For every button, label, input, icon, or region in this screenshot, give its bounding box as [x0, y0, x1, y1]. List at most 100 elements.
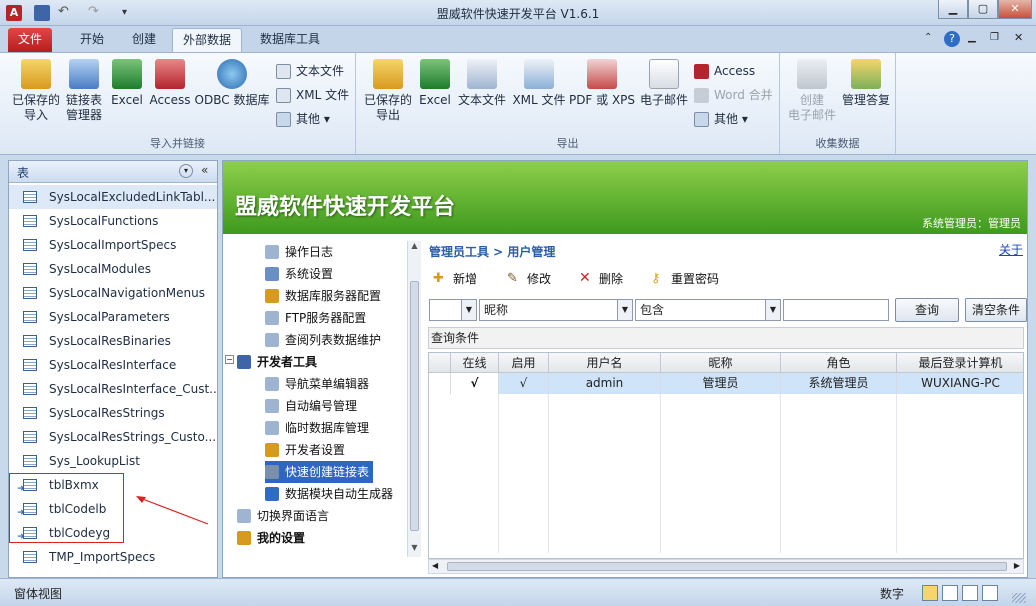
nav-table-item[interactable]: SysLocalParameters	[9, 305, 217, 329]
nav-pane-header[interactable]: 表 ▾ «	[9, 161, 217, 183]
import-access-button[interactable]: Access	[148, 59, 192, 108]
tree-item[interactable]: 开发者工具	[237, 351, 317, 373]
field-combo[interactable]: 昵称 ▼	[479, 299, 633, 321]
layout-view-icon[interactable]	[962, 585, 978, 601]
grid-column-header[interactable]: 用户名	[549, 353, 661, 373]
manage-replies-button[interactable]: 管理答复	[838, 59, 894, 108]
grid-column-header[interactable]: 角色	[781, 353, 897, 373]
nav-table-item[interactable]: SysLocalResStrings	[9, 401, 217, 425]
scroll-thumb[interactable]	[447, 562, 1007, 571]
nav-collapse-icon[interactable]: «	[201, 163, 208, 177]
export-access-button[interactable]: Access	[694, 61, 755, 81]
tree-item[interactable]: 自动编号管理	[265, 395, 357, 417]
nav-table-item[interactable]: SysLocalResInterface	[9, 353, 217, 377]
tree-item[interactable]: 操作日志	[265, 241, 333, 263]
scroll-thumb[interactable]	[410, 281, 419, 531]
mdi-close-icon[interactable]: ✕	[1014, 31, 1023, 44]
grid-column-header[interactable]: 最后登录计算机	[897, 353, 1023, 373]
nav-table-item[interactable]: SysLocalModules	[9, 257, 217, 281]
dropdown-arrow-icon[interactable]: ▼	[617, 300, 632, 320]
scroll-down-icon[interactable]: ▼	[408, 543, 421, 557]
grid-cell-role[interactable]: 系统管理员	[781, 373, 897, 394]
dropdown-arrow-icon[interactable]: ▼	[461, 300, 476, 320]
tab-file[interactable]: 文件	[8, 28, 53, 52]
export-excel-button[interactable]: Excel	[418, 59, 452, 108]
export-more-button[interactable]: 其他 ▾	[694, 109, 748, 129]
export-xml-button[interactable]: XML 文件	[510, 59, 568, 108]
tab-database-tools[interactable]: 数据库工具	[250, 28, 330, 52]
add-button[interactable]: ✚ 新增	[433, 269, 477, 289]
grid-column-header[interactable]: 在线	[451, 353, 499, 373]
tab-external-data[interactable]: 外部数据	[172, 28, 243, 52]
nav-table-item[interactable]: SysLocalExcludedLinkTabl...	[9, 185, 217, 209]
export-pdf-xps-button[interactable]: PDF 或 XPS	[568, 59, 636, 108]
maximize-button[interactable]: ▢	[968, 0, 998, 19]
nav-table-item[interactable]: SysLocalFunctions	[9, 209, 217, 233]
tree-item[interactable]: 切换界面语言	[237, 505, 329, 527]
grid-horizontal-scrollbar[interactable]: ◀ ▶	[428, 559, 1024, 574]
grid-cell-enabled[interactable]: √	[499, 373, 549, 394]
minimize-button[interactable]: ▁	[938, 0, 968, 19]
tree-item[interactable]: 导航菜单编辑器	[265, 373, 369, 395]
dropdown-arrow-icon[interactable]: ▼	[765, 300, 780, 320]
filter-value-input[interactable]	[783, 299, 889, 321]
export-text-file-button[interactable]: 文本文件	[456, 59, 508, 108]
tab-create[interactable]: 创建	[122, 28, 166, 52]
tree-item[interactable]: 数据模块自动生成器	[265, 483, 393, 505]
nav-table-item[interactable]: SysLocalResInterface_Cust...	[9, 377, 217, 401]
tree-item[interactable]: FTP服务器配置	[265, 307, 366, 329]
edit-button[interactable]: ✎ 修改	[507, 269, 551, 289]
nav-table-item[interactable]: SysLocalImportSpecs	[9, 233, 217, 257]
export-email-button[interactable]: 电子邮件	[636, 59, 692, 108]
nav-options-chevron-icon[interactable]: ▾	[179, 164, 193, 178]
grid-cell-online[interactable]: √	[451, 373, 499, 394]
scroll-right-icon[interactable]: ▶	[1014, 561, 1020, 570]
mdi-restore-icon[interactable]: ❐	[990, 32, 999, 43]
import-excel-button[interactable]: Excel	[110, 59, 144, 108]
import-more-button[interactable]: 其他 ▾	[276, 109, 330, 129]
close-button[interactable]: ✕	[998, 0, 1032, 19]
clear-conditions-button[interactable]: 清空条件	[965, 298, 1027, 322]
resize-grip-icon[interactable]	[1012, 593, 1026, 603]
tree-vertical-scrollbar[interactable]: ▲ ▼	[407, 241, 421, 557]
query-button[interactable]: 查询	[895, 298, 959, 322]
tree-item[interactable]: 数据库服务器配置	[265, 285, 381, 307]
linked-table-manager-button[interactable]: 链接表 管理器	[62, 59, 106, 123]
ribbon-collapse-icon[interactable]: ⌃	[924, 32, 932, 43]
scroll-up-icon[interactable]: ▲	[408, 241, 421, 255]
tab-home[interactable]: 开始	[70, 28, 114, 52]
mdi-minimize-icon[interactable]: ▁	[968, 32, 976, 43]
saved-exports-button[interactable]: 已保存的 导出	[362, 59, 414, 123]
design-view-icon[interactable]	[982, 585, 998, 601]
form-view-icon[interactable]	[922, 585, 938, 601]
row-selector[interactable]	[429, 373, 451, 394]
reset-password-button[interactable]: ⚷ 重置密码	[651, 269, 719, 289]
tree-item[interactable]: 我的设置	[237, 527, 305, 549]
grid-column-header[interactable]: 昵称	[661, 353, 781, 373]
nav-table-item[interactable]: SysLocalResStrings_Custo...	[9, 425, 217, 449]
help-icon[interactable]: ?	[944, 31, 960, 47]
tree-item[interactable]: 更改我的密码	[237, 549, 329, 553]
delete-button[interactable]: ✕ 删除	[579, 269, 623, 289]
tree-item[interactable]: 快速创建链接表	[265, 461, 374, 483]
nav-table-item[interactable]: TMP_ImportSpecs	[9, 545, 217, 569]
grid-cell-last_pc[interactable]: WUXIANG-PC	[897, 373, 1023, 394]
grid-cell-username[interactable]: admin	[549, 373, 661, 394]
nav-table-item[interactable]: SysLocalNavigationMenus	[9, 281, 217, 305]
about-link[interactable]: 关于	[999, 241, 1023, 258]
import-odbc-button[interactable]: ODBC 数据库	[194, 59, 270, 108]
nav-table-item[interactable]: Sys_LookupList	[9, 449, 217, 473]
tree-item[interactable]: 查阅列表数据维护	[265, 329, 381, 351]
grid-column-header[interactable]: 启用	[499, 353, 549, 373]
operator-combo[interactable]: 包含 ▼	[635, 299, 781, 321]
tree-item[interactable]: 临时数据库管理	[265, 417, 369, 439]
import-text-file-button[interactable]: 文本文件	[276, 61, 344, 81]
scroll-left-icon[interactable]: ◀	[432, 561, 438, 570]
logic-combo[interactable]: ▼	[429, 299, 477, 321]
saved-imports-button[interactable]: 已保存的 导入	[10, 59, 62, 123]
nav-table-item[interactable]: SysLocalResBinaries	[9, 329, 217, 353]
tree-item[interactable]: 开发者设置	[265, 439, 345, 461]
datasheet-view-icon[interactable]	[942, 585, 958, 601]
tree-collapse-icon[interactable]: −	[225, 355, 234, 364]
import-xml-button[interactable]: XML 文件	[276, 85, 349, 105]
